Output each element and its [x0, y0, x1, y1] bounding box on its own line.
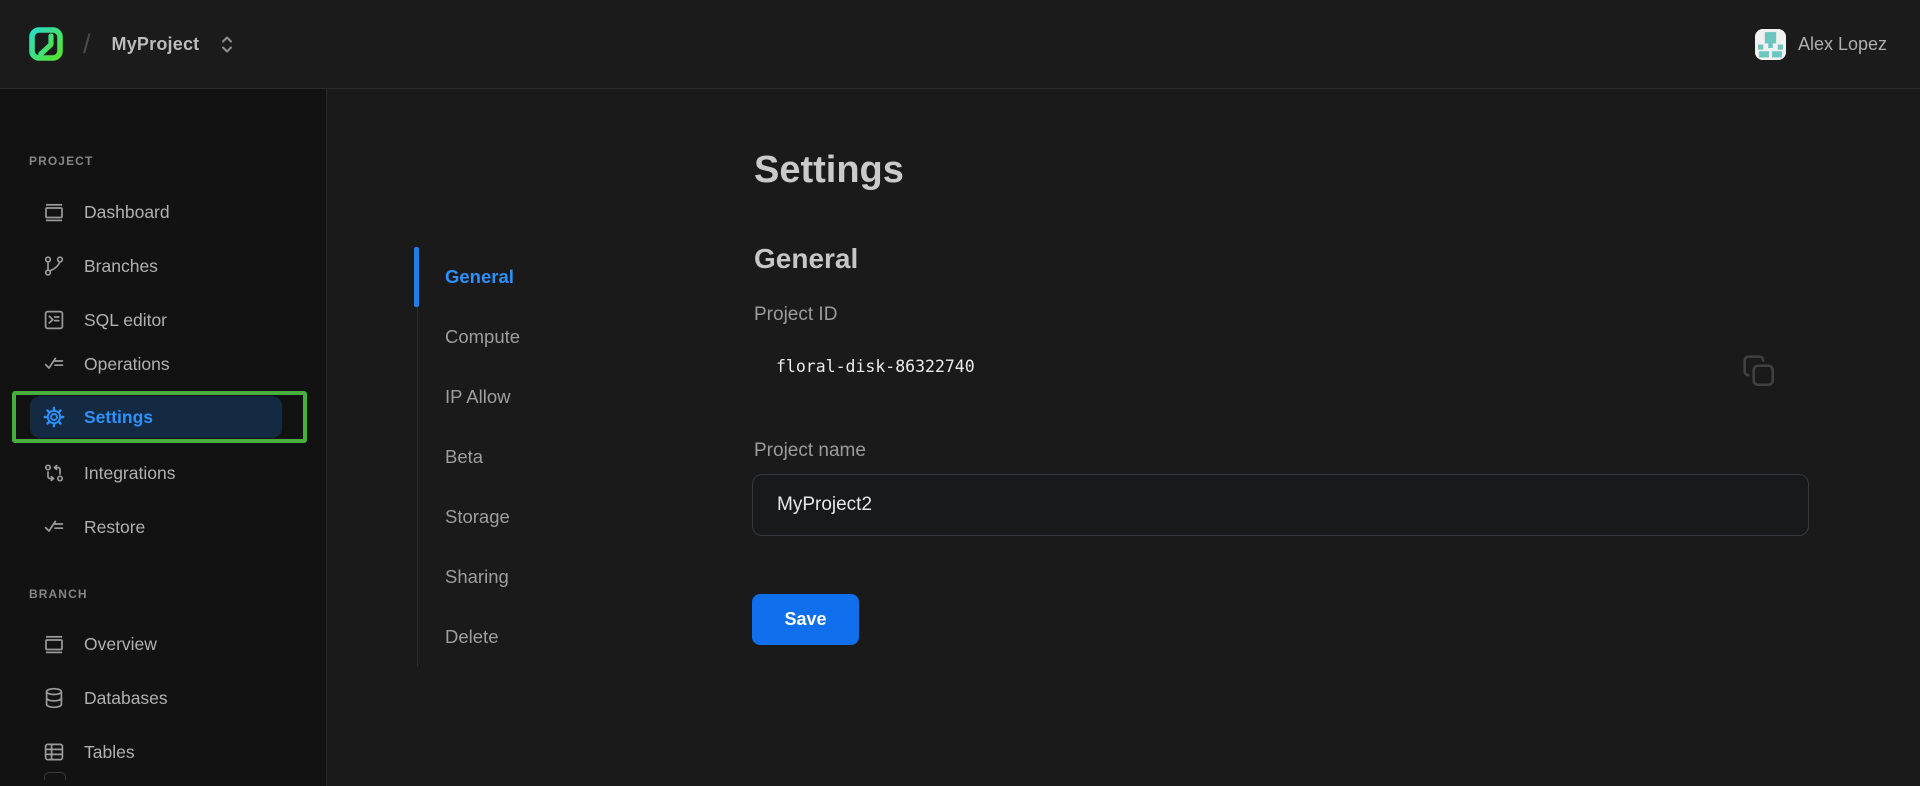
sidebar: PROJECT Dashboard Branches SQL editor: [0, 89, 327, 786]
sidebar-item-operations[interactable]: Operations: [0, 342, 300, 386]
subnav-label: Sharing: [445, 566, 509, 588]
subnav-item-sharing[interactable]: Sharing: [418, 547, 647, 607]
subnav-item-general[interactable]: General: [418, 247, 647, 307]
project-name-input[interactable]: [752, 474, 1809, 536]
partial-next-item-icon: [44, 772, 66, 780]
copy-icon: [1740, 352, 1778, 390]
sidebar-section-project: PROJECT: [29, 153, 93, 169]
subnav-item-delete[interactable]: Delete: [418, 607, 647, 667]
neon-logo-icon[interactable]: [27, 25, 65, 63]
settings-subnav: General Compute IP Allow Beta Storage Sh…: [417, 247, 647, 667]
breadcrumb-project-name[interactable]: MyProject: [112, 34, 200, 55]
subnav-item-compute[interactable]: Compute: [418, 307, 647, 367]
sidebar-item-dashboard[interactable]: Dashboard: [0, 190, 300, 234]
sidebar-item-label: Settings: [84, 407, 153, 428]
window-icon: [42, 632, 66, 656]
topbar: / MyProject Alex Lopez: [0, 0, 1920, 89]
subnav-label: Compute: [445, 326, 520, 348]
subnav-item-storage[interactable]: Storage: [418, 487, 647, 547]
sidebar-item-label: Branches: [84, 256, 158, 277]
sidebar-item-tables[interactable]: Tables: [0, 730, 300, 774]
sidebar-item-label: Operations: [84, 354, 170, 375]
table-icon: [42, 740, 66, 764]
subnav-label: Storage: [445, 506, 510, 528]
dashboard-icon: [42, 200, 66, 224]
user-menu[interactable]: Alex Lopez: [1755, 29, 1887, 60]
subnav-label: Delete: [445, 626, 498, 648]
subnav-label: Beta: [445, 446, 483, 468]
avatar: [1755, 29, 1786, 60]
user-name: Alex Lopez: [1798, 34, 1887, 55]
sidebar-item-label: Dashboard: [84, 202, 170, 223]
sidebar-item-databases[interactable]: Databases: [0, 676, 300, 720]
database-icon: [42, 686, 66, 710]
sidebar-item-label: Overview: [84, 634, 157, 655]
project-id-value: floral-disk-86322740: [776, 354, 975, 380]
subnav-label: General: [445, 266, 514, 288]
subnav-item-ip-allow[interactable]: IP Allow: [418, 367, 647, 427]
sidebar-item-label: SQL editor: [84, 310, 167, 331]
sidebar-item-integrations[interactable]: Integrations: [0, 451, 300, 495]
gear-icon: [42, 405, 66, 429]
active-tab-indicator: [414, 247, 419, 307]
sidebar-item-label: Tables: [84, 742, 135, 763]
sidebar-item-restore[interactable]: Restore: [0, 505, 300, 549]
restore-icon: [42, 515, 66, 539]
git-branch-icon: [42, 254, 66, 278]
project-switcher-chevrons-icon[interactable]: [219, 33, 235, 56]
checklist-icon: [42, 352, 66, 376]
sidebar-item-branches[interactable]: Branches: [0, 244, 300, 288]
sidebar-item-sql-editor[interactable]: SQL editor: [0, 298, 300, 342]
project-id-label: Project ID: [754, 302, 837, 328]
section-heading: General: [754, 241, 858, 277]
sidebar-item-label: Restore: [84, 517, 145, 538]
sidebar-item-label: Databases: [84, 688, 168, 709]
sidebar-item-settings[interactable]: Settings: [30, 396, 282, 438]
sidebar-item-overview[interactable]: Overview: [0, 622, 300, 666]
project-name-label: Project name: [754, 438, 866, 464]
settings-page: General Compute IP Allow Beta Storage Sh…: [327, 89, 1920, 786]
save-button[interactable]: Save: [752, 594, 859, 645]
page-title: Settings: [754, 147, 904, 193]
breadcrumb-separator: /: [83, 29, 91, 60]
subnav-item-beta[interactable]: Beta: [418, 427, 647, 487]
sidebar-item-label: Integrations: [84, 463, 175, 484]
subnav-label: IP Allow: [445, 386, 510, 408]
copy-project-id-button[interactable]: [1740, 352, 1778, 390]
integrations-icon: [42, 461, 66, 485]
sidebar-section-branch: BRANCH: [29, 586, 88, 602]
terminal-icon: [42, 308, 66, 332]
